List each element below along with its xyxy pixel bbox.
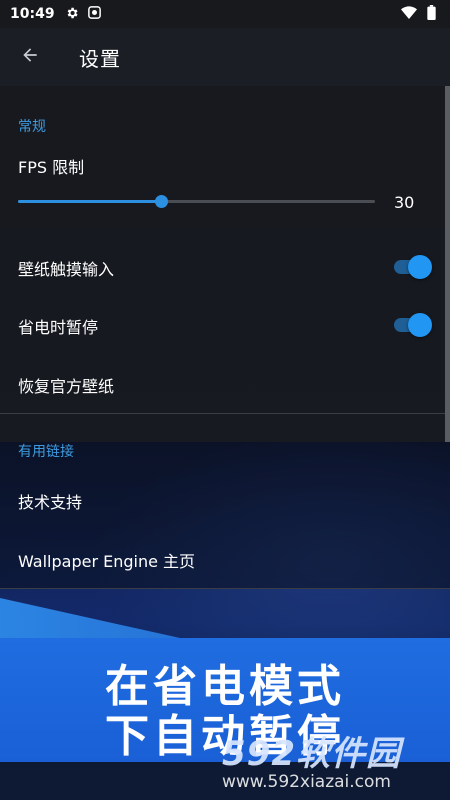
- touch-input-row[interactable]: 壁纸触摸输入: [0, 240, 445, 294]
- screen-record-icon: [87, 5, 102, 24]
- pause-battery-row[interactable]: 省电时暂停: [0, 298, 445, 352]
- fps-slider-thumb[interactable]: [154, 195, 168, 208]
- toggle-thumb: [408, 313, 432, 337]
- divider: [0, 588, 450, 589]
- wifi-icon: [401, 5, 417, 24]
- battery-icon: [427, 4, 436, 24]
- support-link-label: 技术支持: [18, 493, 83, 512]
- watermark-url: www.592xiazai.com: [222, 772, 391, 792]
- fps-value: 30: [394, 193, 415, 212]
- restore-wallpaper-label: 恢复官方壁纸: [18, 377, 115, 396]
- restore-wallpaper-row[interactable]: 恢复官方壁纸: [0, 356, 445, 410]
- section-header-general: 常规: [18, 119, 46, 135]
- fps-limit-label: FPS 限制: [18, 158, 85, 177]
- touch-input-label: 壁纸触摸输入: [18, 260, 115, 279]
- page-title: 设置: [79, 46, 121, 71]
- scrollbar[interactable]: [445, 86, 450, 442]
- divider: [0, 413, 445, 414]
- arrow-left-icon: [20, 45, 40, 69]
- gear-icon: [65, 5, 79, 24]
- status-bar: 10:49: [0, 0, 450, 28]
- watermark-logo: 592软件园: [222, 734, 401, 774]
- toggle-thumb: [408, 255, 432, 279]
- support-link-row[interactable]: 技术支持: [0, 470, 450, 526]
- fps-slider-fill: [18, 200, 161, 203]
- homepage-link-label: Wallpaper Engine 主页: [18, 552, 196, 571]
- status-time: 10:49: [10, 6, 55, 22]
- app-bar: 设置: [0, 28, 450, 86]
- pause-battery-label: 省电时暂停: [18, 318, 99, 337]
- fps-slider[interactable]: [18, 195, 375, 208]
- pause-battery-toggle[interactable]: [394, 313, 432, 337]
- touch-input-toggle[interactable]: [394, 255, 432, 279]
- back-button[interactable]: [0, 28, 60, 86]
- homepage-link-row[interactable]: Wallpaper Engine 主页: [0, 530, 450, 586]
- section-header-links: 有用链接: [18, 444, 74, 460]
